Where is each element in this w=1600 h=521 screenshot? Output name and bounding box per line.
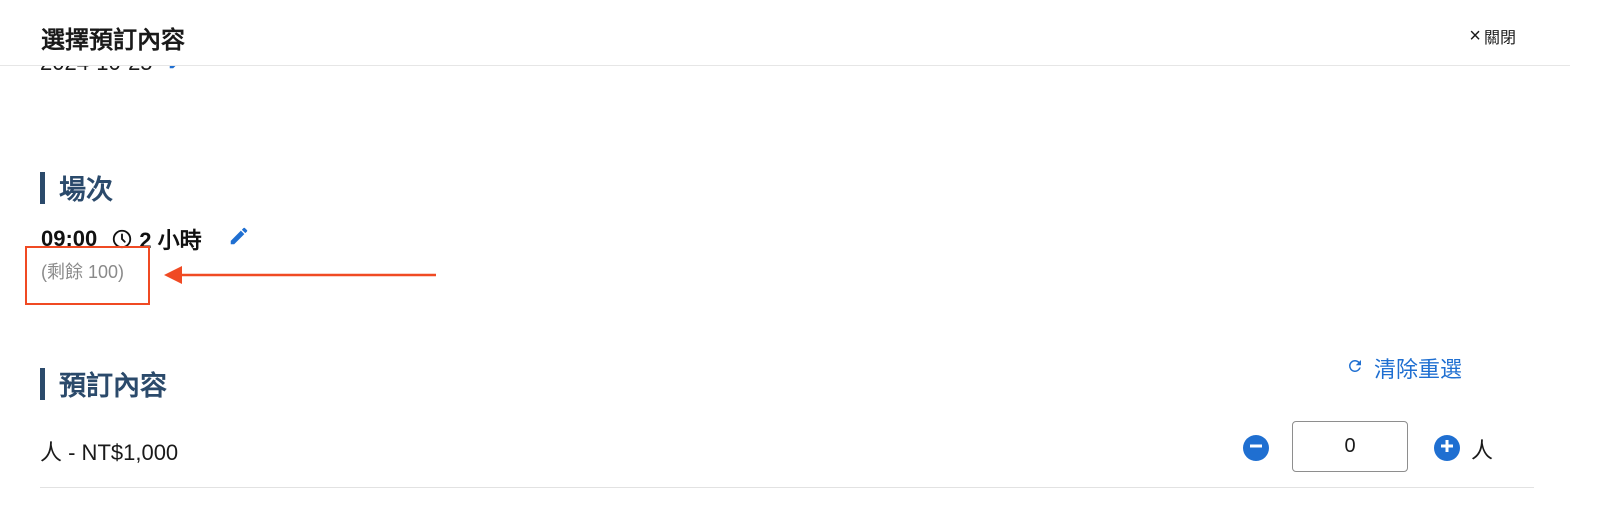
reset-selection-button[interactable]: 清除重選 (1346, 352, 1462, 384)
close-button[interactable]: × 關閉 (1469, 24, 1516, 48)
pencil-icon (228, 225, 250, 253)
annotation-arrow (164, 264, 439, 291)
refresh-icon (1346, 355, 1364, 381)
quantity-unit: 人 (1471, 438, 1494, 463)
quantity-input[interactable] (1292, 421, 1408, 472)
minus-icon (1249, 439, 1263, 458)
close-icon: × (1469, 25, 1481, 47)
increase-button[interactable] (1434, 435, 1460, 461)
ticket-row: 人 - NT$1,000 × 人 (40, 421, 1534, 488)
annotation-highlight-box (25, 246, 150, 305)
booking-modal: 2024-10-25 選擇預訂內容 × 關閉 場次 09:00 2 小時 (剩餘 (0, 0, 1600, 521)
reset-label: 清除重選 (1373, 357, 1462, 382)
decrease-button[interactable] (1243, 435, 1269, 461)
session-section-title: 場次 (40, 168, 113, 207)
close-label: 關閉 (1483, 30, 1516, 47)
booking-section-title: 預訂內容 (40, 364, 167, 403)
plus-icon (1440, 439, 1454, 458)
section-accent-bar (40, 171, 45, 204)
modal-header: 選擇預訂內容 × 關閉 (0, 0, 1570, 66)
session-title-text: 場次 (59, 175, 113, 205)
section-accent-bar (40, 367, 45, 400)
modal-title: 選擇預訂內容 (41, 27, 185, 54)
ticket-label: 人 - NT$1,000 (40, 440, 179, 465)
edit-session-button[interactable] (228, 225, 250, 253)
booking-title-text: 預訂內容 (59, 371, 167, 401)
